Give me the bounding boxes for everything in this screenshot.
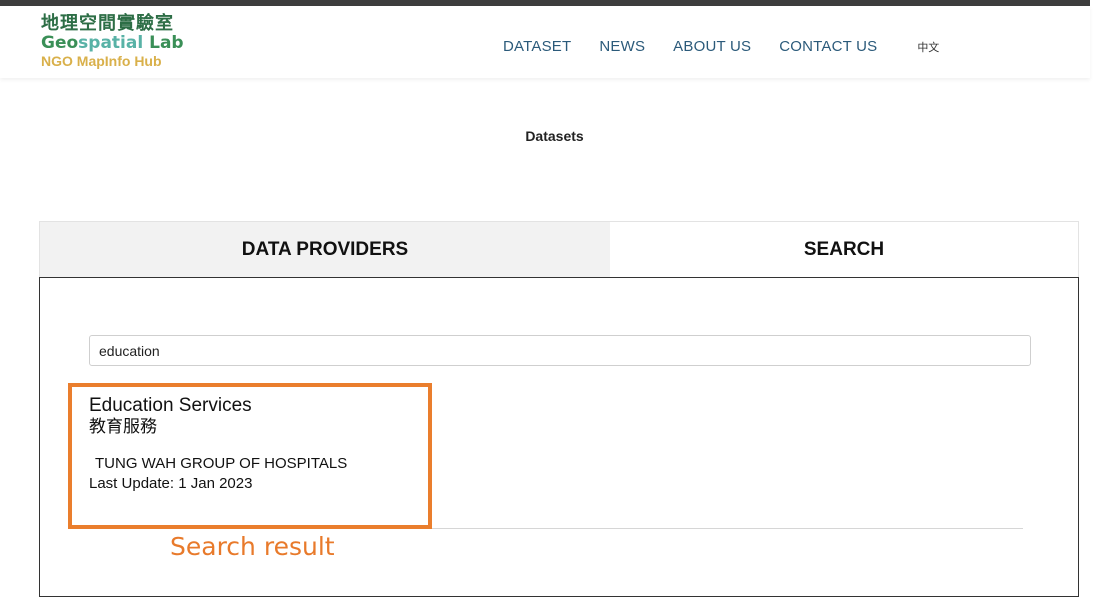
main-nav: DATASET NEWS ABOUT US CONTACT US 中文 [503,38,939,55]
nav-item-about-us[interactable]: ABOUT US [673,38,751,55]
tab-search[interactable]: SEARCH [610,222,1078,277]
nav-item-dataset[interactable]: DATASET [503,38,571,55]
site-logo[interactable]: 地理空間實驗室 Geospatial Lab NGO MapInfo Hub [41,13,184,69]
logo-title-en-lab: Lab [143,33,184,53]
annotation-label: Search result [170,532,335,561]
nav-item-news[interactable]: NEWS [599,38,645,55]
logo-title-en: Geospatial Lab [41,35,184,52]
language-toggle[interactable]: 中文 [917,39,939,55]
search-input[interactable] [89,335,1031,366]
result-divider [420,528,1023,529]
logo-subtitle: NGO MapInfo Hub [41,53,162,69]
annotation-highlight-box [68,383,432,529]
tab-bar: DATA PROVIDERS SEARCH [39,221,1079,277]
nav-item-contact-us[interactable]: CONTACT US [779,38,877,55]
site-header: 地理空間實驗室 Geospatial Lab NGO MapInfo Hub D… [0,6,1090,78]
page-title: Datasets [525,128,584,144]
logo-title-en-geo: Geo [41,33,79,53]
logo-title-en-spatial: spatial [78,33,144,53]
tab-data-providers[interactable]: DATA PROVIDERS [40,222,610,277]
logo-title-zh: 地理空間實驗室 [41,13,174,34]
